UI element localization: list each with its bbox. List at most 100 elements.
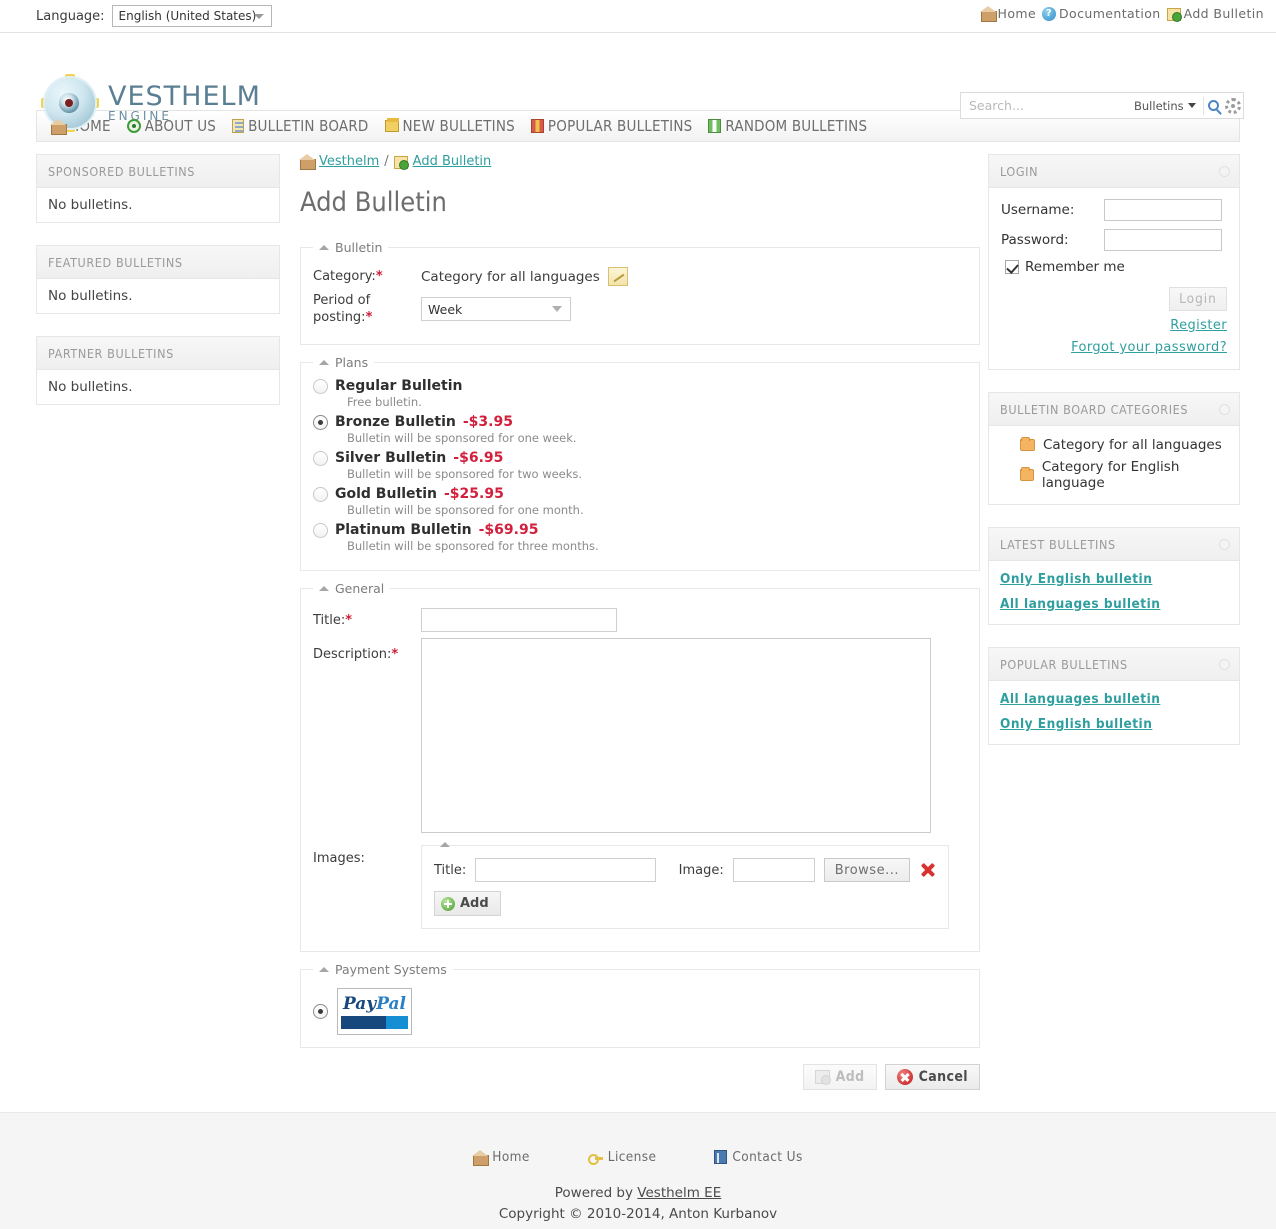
list-item[interactable]: All languages bulletin — [1000, 691, 1228, 707]
required-marker: * — [366, 310, 373, 325]
title-input[interactable] — [421, 608, 617, 632]
main-content: Vesthelm / Add Bulletin Add Bulletin Bul… — [300, 154, 980, 1090]
breadcrumb-link-home[interactable]: Vesthelm — [319, 154, 379, 169]
topbar-link-documentation[interactable]: ? Documentation — [1042, 6, 1161, 21]
collapse-triangle-icon — [319, 967, 329, 972]
footer-link-license-label: License — [608, 1149, 657, 1165]
fieldset-general-legend[interactable]: General — [313, 581, 390, 596]
nav-item-bulletin-board-label: BULLETIN BOARD — [248, 117, 368, 135]
powered-by-prefix: Powered by — [555, 1185, 638, 1201]
login-button[interactable]: Login — [1169, 287, 1227, 311]
collapse-icon[interactable] — [1219, 404, 1230, 415]
topbar-link-add-bulletin[interactable]: Add Bulletin — [1167, 6, 1264, 21]
plan-radio-bronze[interactable] — [313, 415, 328, 430]
delete-x-icon[interactable] — [919, 861, 936, 879]
password-label: Password: — [1001, 232, 1104, 248]
submit-add-button[interactable]: Add — [803, 1064, 877, 1090]
field-period-of-posting: Period of posting:* Week — [313, 292, 967, 326]
fieldset-plans: Plans Regular Bulletin Free bulletin. Br… — [300, 355, 980, 571]
fieldset-bulletin-legend[interactable]: Bulletin — [313, 240, 388, 255]
fieldset-plans-legend[interactable]: Plans — [313, 355, 374, 370]
payment-radio-paypal[interactable] — [313, 1004, 328, 1019]
plan-description: Bulletin will be sponsored for one week. — [347, 431, 967, 445]
images-group: Title: Image: Browse... Add — [421, 845, 949, 929]
panel-title: LATEST BULLETINS — [1000, 537, 1116, 552]
panel-title: PARTNER BULLETINS — [48, 346, 174, 361]
key-icon — [588, 1151, 603, 1164]
images-label: Images: — [313, 845, 421, 867]
category-item-english-language[interactable]: Category for English language — [1000, 456, 1228, 494]
add-bulletin-icon — [394, 155, 408, 169]
panel-body: No bulletins. — [37, 279, 279, 313]
paypal-logo[interactable]: PayPal — [337, 988, 412, 1035]
list-item[interactable]: All languages bulletin — [1000, 596, 1228, 612]
footer-link-license[interactable]: License — [588, 1149, 657, 1165]
plus-circle-icon — [441, 897, 455, 911]
fieldset-general: General Title:* Description:* Images: — [300, 581, 980, 952]
list-item[interactable]: Only English bulletin — [1000, 571, 1228, 587]
panel-body: No bulletins. — [37, 188, 279, 222]
period-select[interactable]: Week — [421, 297, 571, 321]
plan-price: -$69.95 — [479, 522, 539, 538]
left-sidebar: SPONSORED BULLETINS No bulletins. FEATUR… — [36, 154, 280, 427]
add-image-button[interactable]: Add — [434, 891, 501, 916]
image-file-input[interactable] — [733, 858, 815, 882]
remember-me-checkbox[interactable] — [1005, 260, 1019, 274]
breadcrumb-link-current[interactable]: Add Bulletin — [413, 154, 492, 169]
panel-header: LOGIN — [989, 155, 1239, 188]
random-icon — [708, 119, 721, 133]
forgot-password-link[interactable]: Forgot your password? — [1071, 340, 1227, 355]
search-input[interactable] — [961, 93, 1127, 118]
fieldset-payment-legend[interactable]: Payment Systems — [313, 962, 453, 977]
title-label: Title:* — [313, 612, 421, 629]
collapse-icon[interactable] — [1219, 539, 1230, 550]
collapse-triangle-icon — [319, 245, 329, 250]
required-marker: * — [345, 613, 352, 628]
image-title-input[interactable] — [475, 858, 655, 882]
footer-link-contact-us[interactable]: Contact Us — [714, 1149, 802, 1165]
payment-method-paypal: PayPal — [313, 988, 967, 1035]
site-logo[interactable]: VESTHELM ENGINE — [42, 75, 261, 131]
collapse-icon[interactable] — [1219, 166, 1230, 177]
language-label: Language: — [36, 9, 105, 24]
list-item[interactable]: Only English bulletin — [1000, 716, 1228, 732]
remember-me-group[interactable]: Remember me — [1005, 259, 1227, 275]
fieldset-bulletin: Bulletin Category:* Category for all lan… — [300, 240, 980, 345]
password-input[interactable] — [1104, 229, 1222, 251]
nav-item-new-bulletins[interactable]: NEW BULLETINS — [377, 117, 523, 135]
powered-by-link[interactable]: Vesthelm EE — [637, 1185, 721, 1201]
edit-icon[interactable] — [608, 267, 628, 286]
home-icon — [300, 155, 314, 168]
plan-radio-silver[interactable] — [313, 451, 328, 466]
plan-radio-gold[interactable] — [313, 487, 328, 502]
search-scope-dropdown[interactable]: Bulletins — [1127, 93, 1203, 118]
footer-link-home-label: Home — [492, 1149, 529, 1165]
plan-radio-regular[interactable] — [313, 379, 328, 394]
nav-item-popular-bulletins[interactable]: POPULAR BULLETINS — [523, 117, 701, 135]
search-settings-button[interactable] — [1223, 92, 1243, 119]
plan-name: Regular Bulletin — [335, 378, 462, 394]
topbar-link-add-bulletin-label: Add Bulletin — [1184, 6, 1264, 21]
latest-bulletin-list: Only English bulletin All languages bull… — [989, 561, 1239, 624]
register-link[interactable]: Register — [1170, 318, 1227, 333]
plan-radio-platinum[interactable] — [313, 523, 328, 538]
search-button[interactable] — [1203, 92, 1223, 119]
browse-button[interactable]: Browse... — [824, 858, 910, 882]
footer-links: Home License Contact Us — [473, 1149, 802, 1165]
powered-by-line: Powered by Vesthelm EE — [499, 1183, 777, 1204]
description-textarea[interactable] — [421, 638, 931, 833]
collapse-icon[interactable] — [1219, 659, 1230, 670]
panel-header: POPULAR BULLETINS — [989, 648, 1239, 681]
search-scope-label: Bulletins — [1134, 99, 1184, 113]
add-image-label: Add — [460, 896, 489, 911]
cancel-button[interactable]: Cancel — [885, 1064, 980, 1090]
footer-link-home[interactable]: Home — [473, 1149, 529, 1165]
nav-item-random-bulletins[interactable]: RANDOM BULLETINS — [700, 117, 875, 135]
language-select[interactable]: English (United States) — [112, 5, 272, 27]
category-value-group: Category for all languages — [421, 267, 628, 286]
username-input[interactable] — [1104, 199, 1222, 221]
category-item-all-languages[interactable]: Category for all languages — [1000, 434, 1228, 456]
submit-add-label: Add — [836, 1069, 865, 1085]
topbar-link-home[interactable]: Home — [981, 6, 1037, 21]
required-marker: * — [376, 269, 383, 284]
